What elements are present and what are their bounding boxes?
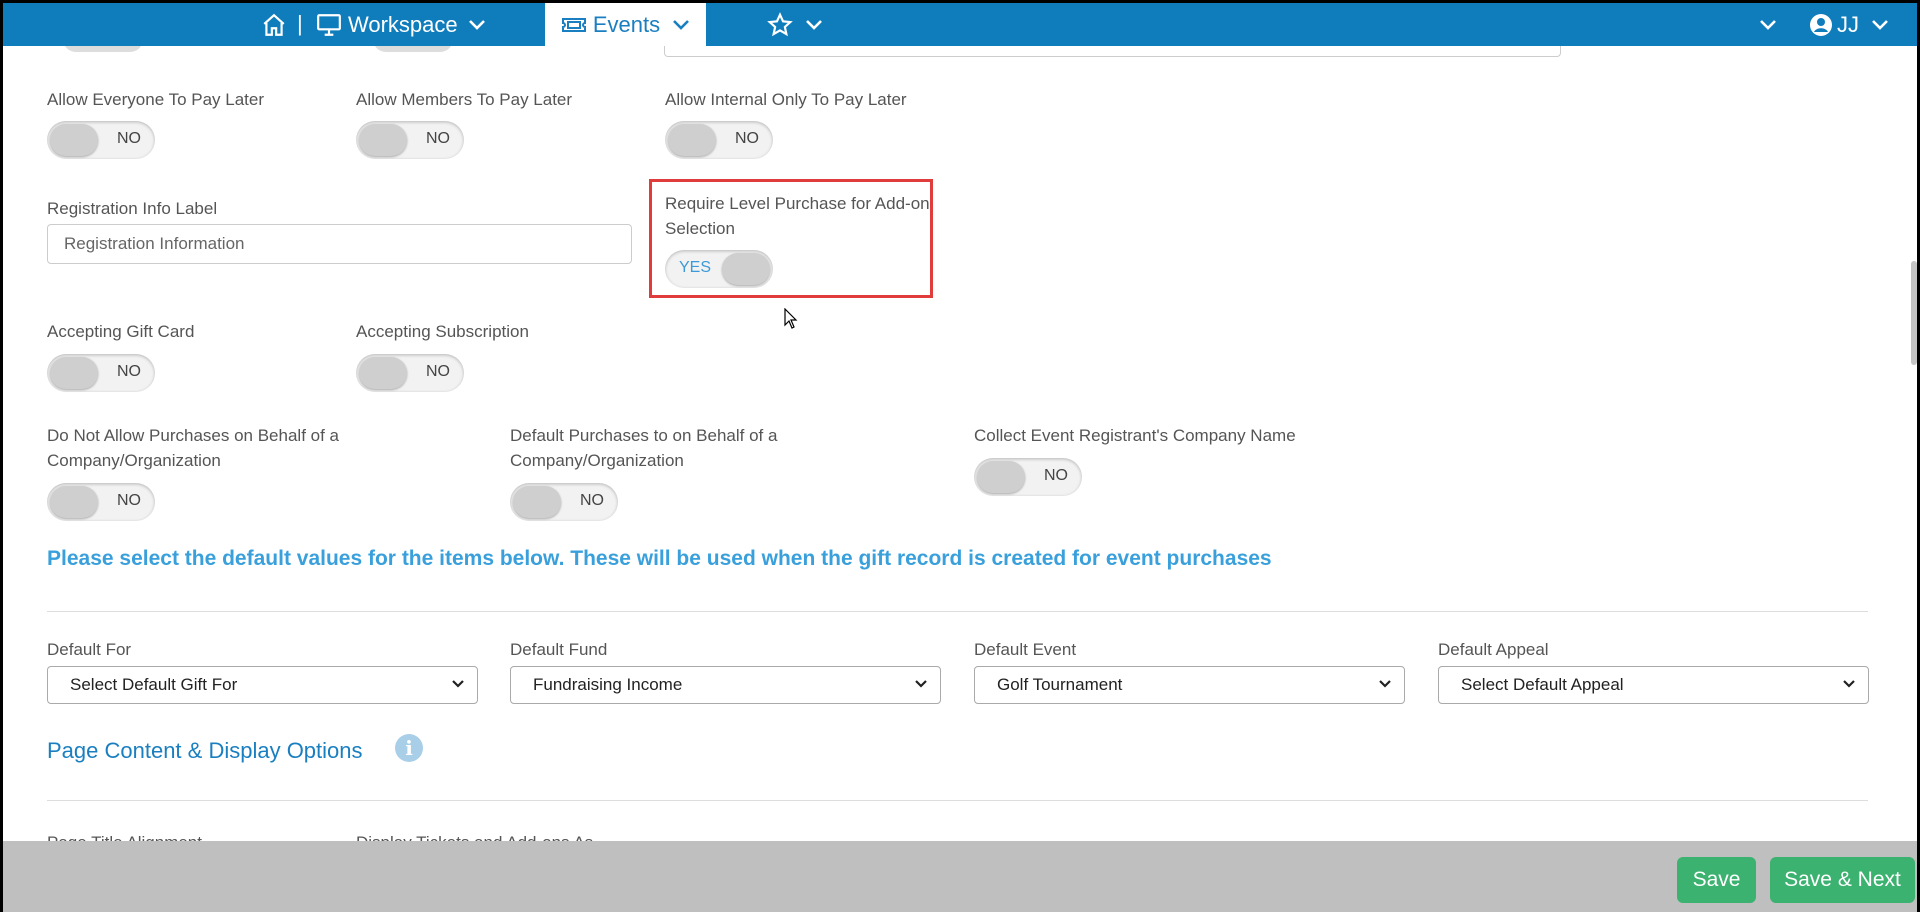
mouse-cursor-icon bbox=[784, 308, 798, 329]
chevron-down-icon bbox=[1843, 680, 1855, 688]
toggle-knob bbox=[50, 124, 98, 156]
company-name-label: Collect Event Registrant's Company Name bbox=[974, 426, 1296, 445]
more-menu[interactable] bbox=[1759, 3, 1777, 46]
save-next-button[interactable]: Save & Next bbox=[1770, 857, 1915, 903]
highlight-box bbox=[649, 179, 933, 298]
registration-info-label: Registration Info Label bbox=[47, 199, 218, 218]
default-appeal-select[interactable]: Select Default Appeal bbox=[1438, 666, 1869, 704]
top-nav: | Workspace Events JJ bbox=[3, 3, 1917, 46]
toggle-knob bbox=[977, 461, 1025, 493]
toggle-knob bbox=[359, 124, 407, 156]
cut-toggle bbox=[63, 46, 143, 52]
defaults-note: Please select the default values for the… bbox=[47, 547, 1272, 570]
user-circle-icon bbox=[1810, 13, 1832, 36]
user-initials: JJ bbox=[1837, 11, 1859, 37]
favorites-menu[interactable] bbox=[767, 3, 823, 46]
toggle-knob bbox=[50, 357, 98, 389]
toggle-state: NO bbox=[117, 130, 141, 147]
divider bbox=[47, 611, 1868, 612]
gift-card-label: Accepting Gift Card bbox=[47, 322, 195, 341]
display-tickets-label: Display Tickets and Add-ons As bbox=[356, 830, 593, 841]
pay-later-everyone-toggle[interactable]: NO bbox=[47, 121, 155, 159]
chevron-down-icon bbox=[452, 680, 464, 688]
not-allow-behalf-label: Do Not Allow Purchases on Behalf of a Co… bbox=[47, 426, 339, 470]
chevron-down-icon bbox=[1379, 680, 1391, 688]
subscription-label: Accepting Subscription bbox=[356, 322, 529, 341]
chevron-down-icon bbox=[673, 19, 690, 30]
chevron-down-icon bbox=[1760, 19, 1776, 30]
events-label: Events bbox=[592, 11, 661, 37]
company-name-toggle[interactable]: NO bbox=[974, 458, 1082, 496]
save-button[interactable]: Save bbox=[1677, 857, 1756, 903]
toggle-state: NO bbox=[117, 492, 141, 509]
toggle-knob bbox=[668, 124, 716, 156]
gift-card-toggle[interactable]: NO bbox=[47, 354, 155, 392]
pay-later-members-label: Allow Members To Pay Later bbox=[356, 90, 573, 109]
chevron-down-icon bbox=[806, 19, 822, 30]
toggle-knob bbox=[359, 357, 407, 389]
toggle-state: NO bbox=[426, 130, 450, 147]
divider bbox=[47, 800, 1868, 801]
settings-form: Allow Everyone To Pay Later NO Allow Mem… bbox=[3, 46, 1917, 841]
nav-separator: | bbox=[297, 11, 303, 36]
home-icon bbox=[263, 13, 285, 36]
toggle-state: NO bbox=[426, 363, 450, 380]
monitor-icon bbox=[317, 13, 341, 36]
toggle-knob bbox=[50, 486, 98, 518]
default-event-value: Golf Tournament bbox=[997, 675, 1123, 694]
star-icon bbox=[767, 11, 793, 36]
default-behalf-toggle[interactable]: NO bbox=[510, 483, 618, 521]
chevron-down-icon bbox=[1872, 19, 1888, 30]
pay-later-members-toggle[interactable]: NO bbox=[356, 121, 464, 159]
pay-later-everyone-label: Allow Everyone To Pay Later bbox=[47, 90, 265, 109]
scrollbar[interactable] bbox=[1911, 261, 1917, 365]
default-fund-label: Default Fund bbox=[510, 640, 608, 659]
default-appeal-value: Select Default Appeal bbox=[1461, 675, 1624, 694]
toggle-knob bbox=[513, 486, 561, 518]
home-button[interactable] bbox=[261, 3, 287, 46]
page-content-title: Page Content & Display Options bbox=[47, 738, 363, 763]
toggle-state: NO bbox=[580, 492, 604, 509]
tab-events[interactable]: Events bbox=[545, 3, 706, 46]
default-event-label: Default Event bbox=[974, 640, 1077, 659]
default-for-value: Select Default Gift For bbox=[70, 675, 238, 694]
ticket-icon bbox=[561, 17, 586, 32]
page-title-alignment-label: Page Title Alignment bbox=[47, 830, 202, 841]
cut-toggle bbox=[373, 46, 453, 52]
default-for-select[interactable]: Select Default Gift For bbox=[47, 666, 478, 704]
default-event-select[interactable]: Golf Tournament bbox=[974, 666, 1405, 704]
default-fund-select[interactable]: Fundraising Income bbox=[510, 666, 941, 704]
default-behalf-label: Default Purchases to on Behalf of a Comp… bbox=[510, 426, 778, 470]
registration-info-input[interactable]: Registration Information bbox=[47, 224, 632, 264]
toggle-state: NO bbox=[1044, 467, 1068, 484]
subscription-toggle[interactable]: NO bbox=[356, 354, 464, 392]
footer-bar: Save Save & Next bbox=[3, 841, 1917, 912]
toggle-state: NO bbox=[117, 363, 141, 380]
default-appeal-label: Default Appeal bbox=[1438, 640, 1549, 659]
default-for-label: Default For bbox=[47, 640, 132, 659]
workspace-label: Workspace bbox=[348, 11, 458, 37]
user-menu[interactable]: JJ bbox=[1809, 3, 1889, 46]
workspace-menu[interactable]: Workspace bbox=[316, 3, 486, 46]
chevron-down-icon bbox=[468, 19, 485, 30]
default-fund-value: Fundraising Income bbox=[533, 675, 683, 694]
cut-input bbox=[664, 46, 1561, 57]
not-allow-behalf-toggle[interactable]: NO bbox=[47, 483, 155, 521]
pay-later-internal-toggle[interactable]: NO bbox=[665, 121, 773, 159]
pay-later-internal-label: Allow Internal Only To Pay Later bbox=[665, 90, 907, 109]
toggle-state: NO bbox=[735, 130, 759, 147]
info-icon[interactable]: i bbox=[395, 734, 423, 762]
chevron-down-icon bbox=[915, 680, 927, 688]
